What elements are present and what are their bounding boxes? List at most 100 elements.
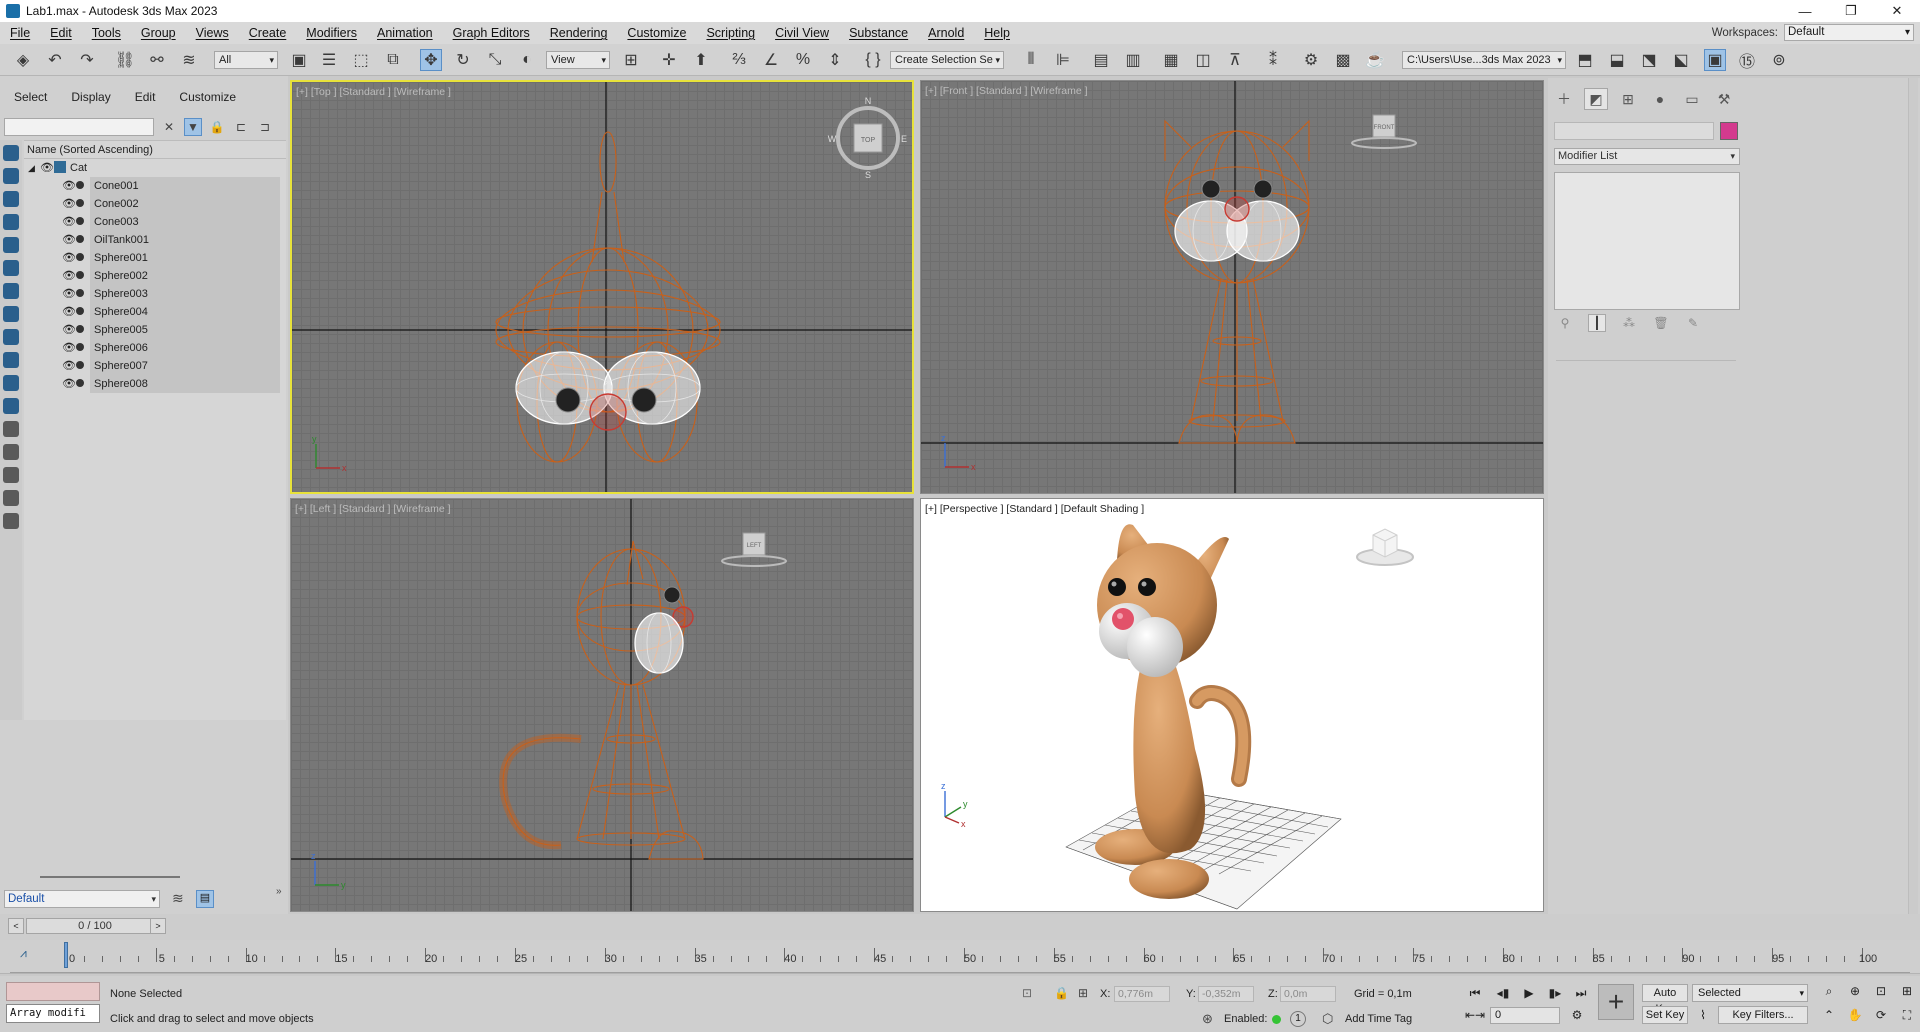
- hierarchy-icon[interactable]: ⊏: [232, 118, 250, 136]
- visibility-eye-icon[interactable]: 👁: [62, 231, 76, 249]
- current-frame-marker[interactable]: [64, 942, 68, 968]
- tab-select[interactable]: Select: [0, 90, 57, 104]
- make-unique-icon[interactable]: ⁂: [1620, 314, 1638, 332]
- current-frame-field[interactable]: 0: [1490, 1007, 1560, 1024]
- explorer-scrollbar[interactable]: [40, 876, 180, 878]
- selection-lock-icon[interactable]: 🔒: [1054, 986, 1069, 1000]
- layers-icon[interactable]: ≋: [172, 890, 184, 907]
- snap-dock-icon[interactable]: ◈: [12, 49, 34, 71]
- menu-animation[interactable]: Animation: [367, 26, 443, 40]
- set-key-button[interactable]: Set Key: [1642, 1006, 1688, 1024]
- align-icon[interactable]: ⊫: [1052, 49, 1074, 71]
- display-frozen-icon[interactable]: [3, 375, 19, 391]
- go-to-end-icon[interactable]: ⏭: [1572, 984, 1590, 1002]
- filter-icon[interactable]: ▼: [184, 118, 202, 136]
- track-bar[interactable]: ⩘ 0 5 10 15 20 25 30 35 40 45 50 55 60 65 70 75 80 85 90 95…: [0, 940, 1920, 974]
- tab-edit[interactable]: Edit: [121, 90, 166, 104]
- project-folder-dropdown[interactable]: C:\Users\Use...3ds Max 2023: [1402, 51, 1566, 69]
- angle-snap-icon[interactable]: ∠: [760, 49, 782, 71]
- object-color-swatch[interactable]: [1720, 122, 1738, 140]
- create-tab-icon[interactable]: ＋: [1552, 88, 1576, 110]
- window-crossing-icon[interactable]: ⧉: [382, 49, 404, 71]
- time-tag-icon[interactable]: ⬡: [1322, 1011, 1333, 1027]
- show-end-result-icon[interactable]: ┃: [1588, 314, 1606, 332]
- display-bones-icon[interactable]: [3, 329, 19, 345]
- mirror-icon[interactable]: ⫴: [1020, 49, 1042, 71]
- unlink-icon[interactable]: ⚯: [146, 49, 168, 71]
- menu-create[interactable]: Create: [239, 26, 297, 40]
- modify-tab-icon[interactable]: ◩: [1584, 88, 1608, 110]
- orbit-icon[interactable]: ⟳: [1872, 1006, 1890, 1024]
- tree-row[interactable]: 👁 Sphere007: [24, 357, 286, 375]
- viewcube-perspective[interactable]: [1356, 528, 1414, 566]
- maxscript-listener-output[interactable]: [6, 982, 100, 1001]
- time-config-icon[interactable]: ⚙: [1568, 1006, 1586, 1024]
- visibility-eye-icon[interactable]: 👁: [62, 195, 76, 213]
- save-file-icon[interactable]: ⬓: [1606, 49, 1628, 71]
- display-containers-icon[interactable]: [3, 352, 19, 368]
- viewport-perspective[interactable]: z y x [+] [Perspective ] [Standard ] [De…: [920, 498, 1544, 912]
- expand-panel-icon[interactable]: »: [276, 886, 282, 897]
- select-by-name-icon[interactable]: ☰: [318, 49, 340, 71]
- time-slider[interactable]: 0 / 100: [26, 918, 164, 934]
- tree-row[interactable]: 👁 Sphere005: [24, 321, 286, 339]
- viewport-left[interactable]: LEFT z y [+] [Left ] [Standard ] [Wirefr…: [290, 498, 914, 912]
- maximize-button[interactable]: ❐: [1828, 0, 1874, 22]
- viewport-label[interactable]: [+] [Perspective ] [Standard ] [Default …: [925, 503, 1144, 515]
- zoom-icon[interactable]: ⌕: [1820, 982, 1838, 1000]
- collapse-arrow-icon[interactable]: ◢: [28, 159, 40, 177]
- material-editor-icon[interactable]: ⁑: [1262, 49, 1284, 71]
- menu-tools[interactable]: Tools: [82, 26, 131, 40]
- visibility-eye-icon[interactable]: 👁: [40, 159, 54, 177]
- select-place-icon[interactable]: ◐: [516, 49, 538, 71]
- visibility-eye-icon[interactable]: 👁: [62, 249, 76, 267]
- sort-icon[interactable]: ▤: [196, 890, 214, 908]
- curve-editor-icon[interactable]: ◫: [1192, 49, 1214, 71]
- visibility-eye-icon[interactable]: 👁: [62, 213, 76, 231]
- command-panel-scrollbar[interactable]: [1908, 78, 1918, 914]
- zoom-extents-all-icon[interactable]: ⊞: [1898, 982, 1916, 1000]
- zoom-extents-icon[interactable]: ⊡: [1872, 982, 1890, 1000]
- display-lights-icon[interactable]: [3, 191, 19, 207]
- menu-graph-editors[interactable]: Graph Editors: [443, 26, 540, 40]
- edit-named-selection-icon[interactable]: { }: [862, 49, 884, 71]
- tree-row[interactable]: 👁 Cone001: [24, 177, 286, 195]
- tree-row[interactable]: 👁 Cone002: [24, 195, 286, 213]
- rendered-frame-icon[interactable]: ▩: [1332, 49, 1354, 71]
- tree-row[interactable]: 👁 OilTank001: [24, 231, 286, 249]
- motion-tab-icon[interactable]: ●: [1648, 88, 1672, 110]
- display-xrefs-icon[interactable]: [3, 306, 19, 322]
- frame-ruler[interactable]: 0 5 10 15 20 25 30 35 40 45 50 55 60 65 70 75 80 85 90 95 10…: [66, 942, 1877, 972]
- absolute-mode-icon[interactable]: ⊞: [1078, 986, 1088, 1000]
- viewport-top[interactable]: TOP N S E W y x [+] [Top ] [Standard ] […: [290, 80, 914, 494]
- viewport-label[interactable]: [+] [Front ] [Standard ] [Wireframe ]: [925, 85, 1088, 97]
- enabled-status-dot[interactable]: [1272, 1015, 1281, 1024]
- zoom-all-icon[interactable]: ⊕: [1846, 982, 1864, 1000]
- scene-explorer-icon[interactable]: ▤: [1090, 49, 1112, 71]
- visibility-eye-icon[interactable]: 👁: [62, 339, 76, 357]
- render-production-icon[interactable]: ☕: [1364, 49, 1386, 71]
- display-helpers-icon[interactable]: [3, 237, 19, 253]
- tree-row[interactable]: 👁 Sphere001: [24, 249, 286, 267]
- viewcube-left[interactable]: LEFT: [721, 532, 787, 567]
- default-tangents-icon[interactable]: ⌇: [1694, 1006, 1712, 1024]
- isolate-selection-icon[interactable]: ⊡: [1022, 986, 1032, 1000]
- reference-coord-dropdown[interactable]: View: [546, 51, 610, 69]
- auto-key-button[interactable]: Auto Key: [1642, 984, 1688, 1015]
- menu-substance[interactable]: Substance: [839, 26, 918, 40]
- adaptive-degradation-icon[interactable]: ⊛: [1202, 1011, 1213, 1027]
- workspaces-dropdown[interactable]: Default: [1784, 24, 1914, 41]
- modifier-list-dropdown[interactable]: Modifier List: [1554, 148, 1740, 165]
- menu-customize[interactable]: Customize: [617, 26, 696, 40]
- minimize-button[interactable]: —: [1782, 0, 1828, 22]
- set-keys-button[interactable]: +: [1598, 984, 1634, 1020]
- tree-row[interactable]: 👁 Sphere008: [24, 375, 286, 393]
- menu-file[interactable]: File: [0, 26, 40, 40]
- tree-row[interactable]: 👁 Sphere006: [24, 339, 286, 357]
- display-none-icon[interactable]: [3, 444, 19, 460]
- tab-customize[interactable]: Customize: [165, 90, 246, 104]
- visibility-eye-icon[interactable]: 👁: [62, 375, 76, 393]
- display-groups-icon[interactable]: [3, 283, 19, 299]
- visibility-eye-icon[interactable]: 👁: [62, 321, 76, 339]
- viewcube-top[interactable]: TOP N S E W: [828, 96, 907, 180]
